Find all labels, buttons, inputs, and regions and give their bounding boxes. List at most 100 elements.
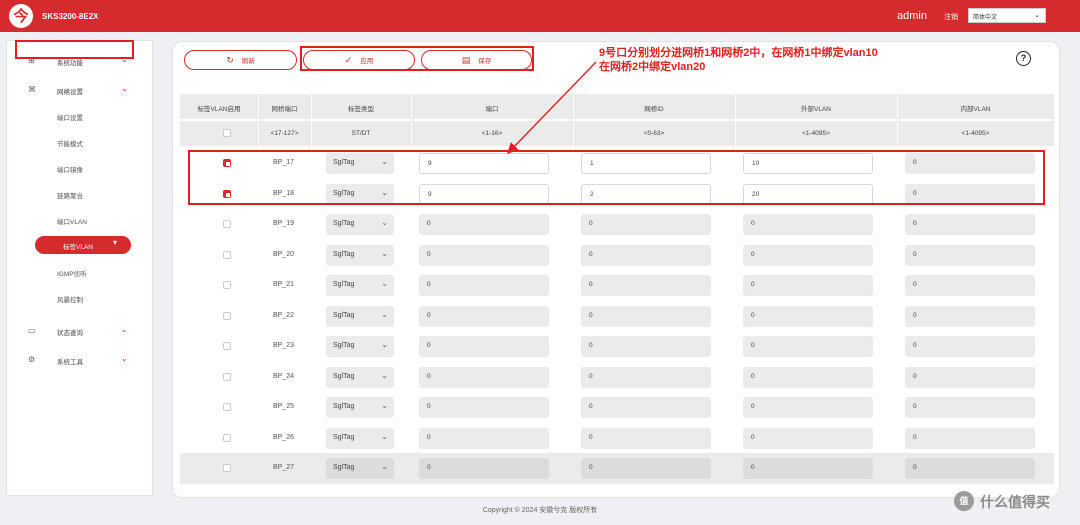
refresh-label: 刷新 [241, 58, 255, 65]
bridge-id-input[interactable]: 0 [581, 397, 711, 418]
tag-type-value: SglTag [333, 372, 355, 380]
inner-vlan-input[interactable]: 0 [905, 214, 1035, 235]
header-port: 端口 [485, 106, 499, 113]
tag-type-value: SglTag [333, 464, 355, 471]
bridge-id-input[interactable]: 0 [581, 244, 711, 266]
vlan-enable-checkbox[interactable] [223, 250, 231, 259]
outer-vlan-input[interactable]: 0 [743, 458, 873, 479]
tag-type-select[interactable]: SglTag ⌄ [326, 275, 394, 296]
sidebar-item-igmp[interactable]: IGMP侦听 [57, 268, 87, 278]
sidebar-group-status[interactable]: ▭ 状态查询 ⌄ [7, 322, 154, 340]
outer-vlan-input[interactable]: 0 [743, 244, 873, 266]
device-model: SKS3200-8E2X [42, 12, 99, 21]
port-input[interactable]: 0 [419, 275, 549, 296]
bridge-id-input[interactable]: 0 [581, 427, 711, 449]
sidebar-item-storm-control[interactable]: 风暴控制 [57, 294, 83, 304]
brand-logo: 今 [9, 4, 33, 28]
outer-vlan-input[interactable]: 0 [743, 305, 873, 327]
bridge-port: BP_25 [273, 403, 295, 410]
tag-type-select[interactable]: SglTag ⌄ [326, 397, 394, 418]
tag-type-value: SglTag [333, 311, 355, 319]
bridge-port: BP_24 [273, 372, 295, 380]
sidebar-group-tools[interactable]: ⚙ 系统工具 ⌄ [7, 351, 154, 369]
column-divider [311, 121, 312, 146]
annotation-text: 9号口分别划分进网桥1和网桥2中，在网桥1中绑定vlan10 在网桥2中绑定vl… [599, 46, 878, 74]
tag-type-select[interactable]: SglTag ⌄ [326, 458, 394, 479]
sidebar-item-port-mirror[interactable]: 端口镜像 [57, 164, 83, 174]
tag-type-select[interactable]: SglTag ⌄ [326, 214, 394, 235]
bridge-id-input[interactable]: 0 [581, 214, 711, 235]
bridge-id-input[interactable]: 0 [581, 366, 711, 388]
table-row: BP_20 SglTag ⌄ 0 0 0 0 [180, 240, 1054, 271]
chevron-down-icon: ⌄ [381, 340, 388, 349]
vlan-enable-checkbox[interactable] [223, 403, 231, 411]
range-bridge-id: <0-63> [643, 130, 665, 137]
vlan-enable-checkbox[interactable] [223, 281, 231, 289]
inner-vlan-input[interactable]: 0 [905, 366, 1035, 388]
tag-type-select[interactable]: SglTag ⌄ [326, 244, 394, 266]
inner-vlan-input[interactable]: 0 [905, 244, 1035, 266]
vlan-enable-checkbox[interactable] [223, 372, 231, 381]
tag-type-value: SglTag [333, 220, 355, 227]
bridge-id-input[interactable]: 0 [581, 458, 711, 479]
outer-vlan-input[interactable]: 0 [743, 275, 873, 296]
inner-vlan-input[interactable]: 0 [905, 336, 1035, 357]
table-row: BP_25 SglTag ⌄ 0 0 0 0 [180, 392, 1054, 423]
main-panel: ↻ 刷新 ✓ 应用 ▤ 保存 ? 9号口分别划分进网桥1和网桥2中，在网桥1中绑定vl… [172, 41, 1060, 498]
outer-vlan-input[interactable]: 0 [743, 366, 873, 388]
sidebar-item-port-settings[interactable]: 端口设置 [57, 112, 83, 122]
refresh-button[interactable]: ↻ 刷新 [184, 50, 297, 70]
vlan-enable-checkbox[interactable] [223, 220, 231, 228]
bridge-port: BP_19 [273, 220, 295, 227]
bridge-port: BP_23 [273, 342, 295, 349]
sidebar-group-network[interactable]: ⌘ 网络设置 ⌄ [7, 81, 154, 99]
sidebar-group-label: 网络设置 [57, 89, 83, 96]
sidebar-item-link-aggregation[interactable]: 链路聚合 [57, 190, 83, 200]
port-input[interactable]: 0 [419, 305, 549, 327]
port-input[interactable]: 0 [419, 427, 549, 449]
tag-type-value: SglTag [333, 281, 355, 288]
inner-vlan-input[interactable]: 0 [905, 427, 1035, 449]
header-inner-vlan: 内部VLAN [960, 106, 991, 113]
column-divider [735, 94, 736, 119]
tag-type-select[interactable]: SglTag ⌄ [326, 366, 394, 388]
vlan-enable-checkbox[interactable] [223, 464, 231, 472]
help-icon[interactable]: ? [1016, 51, 1031, 66]
language-select[interactable]: 简体中文 ⌄ [968, 8, 1046, 23]
port-input[interactable]: 0 [419, 214, 549, 235]
table-row: BP_26 SglTag ⌄ 0 0 0 0 [180, 423, 1054, 454]
outer-vlan-input[interactable]: 0 [743, 397, 873, 418]
vlan-enable-checkbox[interactable] [223, 342, 231, 350]
header-tag-type: 标签类型 [348, 106, 374, 113]
vlan-enable-checkbox[interactable] [223, 311, 231, 320]
outer-vlan-input[interactable]: 0 [743, 336, 873, 357]
monitor-icon: ▭ [28, 326, 36, 335]
logout-link[interactable]: 注销 [944, 12, 958, 22]
inner-vlan-input[interactable]: 0 [905, 305, 1035, 327]
port-input[interactable]: 0 [419, 366, 549, 388]
chevron-up-icon: ⌄ [121, 84, 128, 93]
table-header: 标签VLAN启用 网桥端口 标签类型 端口 网桥ID 外部VLAN 内部VLAN [180, 94, 1054, 119]
inner-vlan-input[interactable]: 0 [905, 275, 1035, 296]
select-all-checkbox[interactable] [223, 129, 231, 137]
outer-vlan-input[interactable]: 0 [743, 214, 873, 235]
rows-highlight-box [188, 150, 1045, 205]
sidebar-item-energy-saving[interactable]: 节能模式 [57, 138, 83, 148]
tag-type-select[interactable]: SglTag ⌄ [326, 336, 394, 357]
bridge-id-input[interactable]: 0 [581, 275, 711, 296]
port-input[interactable]: 0 [419, 397, 549, 418]
sidebar-item-port-vlan[interactable]: 端口VLAN [57, 216, 87, 226]
column-divider [573, 121, 574, 146]
port-input[interactable]: 0 [419, 336, 549, 357]
port-input[interactable]: 0 [419, 244, 549, 266]
bridge-id-input[interactable]: 0 [581, 305, 711, 327]
bridge-id-input[interactable]: 0 [581, 336, 711, 357]
inner-vlan-input[interactable]: 0 [905, 397, 1035, 418]
outer-vlan-input[interactable]: 0 [743, 427, 873, 449]
tag-type-select[interactable]: SglTag ⌄ [326, 427, 394, 449]
inner-vlan-input[interactable]: 0 [905, 458, 1035, 479]
vlan-enable-checkbox[interactable] [223, 433, 231, 442]
sidebar-item-tag-vlan[interactable]: 标签VLAN ▾ [35, 236, 131, 254]
port-input[interactable]: 0 [419, 458, 549, 479]
tag-type-select[interactable]: SglTag ⌄ [326, 305, 394, 327]
